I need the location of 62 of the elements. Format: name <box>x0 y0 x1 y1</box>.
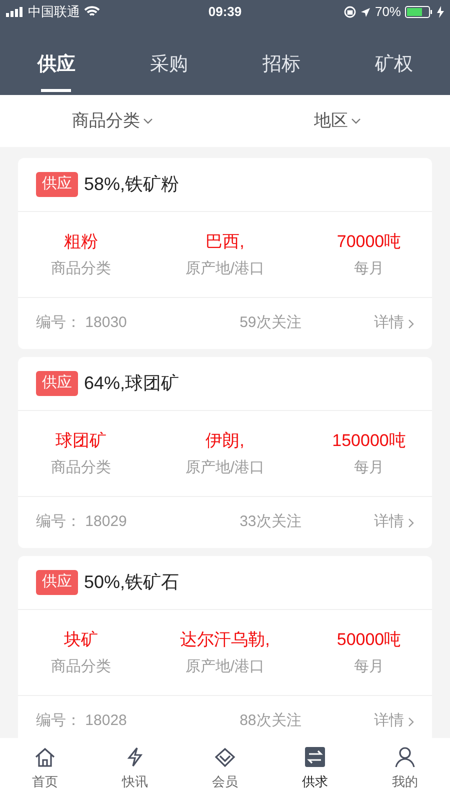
field-label: 商品分类 <box>51 458 111 478</box>
field-value: 50000吨 <box>336 628 402 650</box>
follow-count: 59次关注 <box>240 313 302 334</box>
follow-count: 33次关注 <box>240 512 302 532</box>
chevron-right-icon <box>408 716 414 726</box>
chevron-right-icon <box>408 518 414 528</box>
battery-percent: 70% <box>374 3 401 22</box>
field-label: 每月 <box>354 259 384 279</box>
nav-tab[interactable]: 快讯 <box>90 746 180 792</box>
battery-icon <box>405 6 433 18</box>
supply-tag: 供应 <box>36 570 78 595</box>
nav-tab[interactable]: 会员 <box>180 746 270 792</box>
listing-card[interactable]: 供应 50%,铁矿石 块矿 商品分类 达尔汗乌勒, 原产地/港口 50000吨 每月 编号： 18028 88次关注 详情 <box>18 556 432 738</box>
chevron-down-icon <box>351 118 361 124</box>
listing-title: 50%,铁矿石 <box>84 571 180 594</box>
location-arrow-icon <box>360 6 371 18</box>
diamond-icon <box>213 746 237 768</box>
clock-time: 09:39 <box>207 3 243 22</box>
rotation-lock-icon <box>344 6 356 18</box>
listing-card[interactable]: 供应 64%,球团矿 球团矿 商品分类 伊朗, 原产地/港口 150000吨 每月 编号： 18029 33次关注 详情 <box>18 357 432 548</box>
exchange-icon <box>304 746 326 768</box>
supply-tag: 供应 <box>36 371 78 396</box>
listing-number: 编号： 18028 <box>36 711 127 732</box>
user-icon <box>394 746 416 768</box>
field-value: 巴西, <box>206 230 244 252</box>
charging-bolt-icon <box>437 6 444 18</box>
field-label: 每月 <box>354 657 384 677</box>
field-value: 150000吨 <box>332 430 406 452</box>
field-value: 球团矿 <box>56 430 106 452</box>
listing-number: 编号： 18029 <box>36 512 127 532</box>
field-value: 70000吨 <box>336 230 402 252</box>
field-label: 原产地/港口 <box>185 657 265 677</box>
field-value: 粗粉 <box>64 230 98 252</box>
field-label: 原产地/港口 <box>185 259 265 279</box>
carrier-name: 中国联通 <box>28 3 80 22</box>
field-value: 达尔汗乌勒, <box>180 628 270 650</box>
field-value: 伊朗, <box>206 430 244 452</box>
field-value: 块矿 <box>64 628 98 650</box>
nav-tab[interactable]: 我的 <box>360 746 450 792</box>
field-label: 每月 <box>354 458 384 478</box>
nav-tab[interactable]: 供求 <box>270 746 360 792</box>
field-label: 商品分类 <box>51 657 111 677</box>
filter-dropdown[interactable]: 商品分类 <box>0 108 225 134</box>
nav-tab[interactable]: 首页 <box>0 746 90 792</box>
field-label: 商品分类 <box>51 259 111 279</box>
listing-number: 编号： 18030 <box>36 313 127 334</box>
signal-icon <box>6 7 24 17</box>
listing-card[interactable]: 供应 58%,铁矿粉 粗粉 商品分类 巴西, 原产地/港口 70000吨 每月 编号： 18030 59次关注 详情 <box>18 158 432 349</box>
follow-count: 88次关注 <box>240 711 302 732</box>
category-tab[interactable]: 招标 <box>225 50 338 95</box>
home-icon <box>34 746 56 768</box>
filter-dropdown[interactable]: 地区 <box>225 108 450 134</box>
supply-tag: 供应 <box>36 172 78 197</box>
category-tab[interactable]: 采购 <box>112 50 225 95</box>
wifi-icon <box>84 6 100 18</box>
field-label: 原产地/港口 <box>185 458 265 478</box>
category-tab[interactable]: 供应 <box>0 50 112 95</box>
chevron-right-icon <box>408 318 414 328</box>
listing-title: 58%,铁矿粉 <box>84 173 180 196</box>
listing-title: 64%,球团矿 <box>84 372 180 395</box>
category-tab[interactable]: 矿权 <box>338 50 450 95</box>
chevron-down-icon <box>143 118 153 124</box>
